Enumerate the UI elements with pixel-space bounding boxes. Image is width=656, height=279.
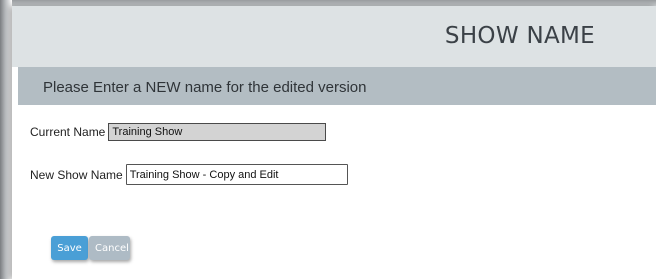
page: SHOW NAME Please Enter a NEW name for th… bbox=[0, 0, 656, 279]
current-name-label: Current Name bbox=[30, 125, 106, 139]
dialog-title: SHOW NAME bbox=[444, 23, 595, 49]
new-name-row: New Show Name bbox=[30, 164, 348, 185]
dialog-header: SHOW NAME bbox=[12, 6, 656, 67]
new-name-label: New Show Name bbox=[30, 167, 123, 182]
left-shadow bbox=[0, 0, 12, 279]
show-name-dialog: SHOW NAME Please Enter a NEW name for th… bbox=[12, 6, 656, 279]
dialog-buttons: Save Cancel bbox=[51, 236, 130, 260]
current-name-field bbox=[108, 123, 327, 141]
save-button[interactable]: Save bbox=[51, 236, 88, 260]
dialog-prompt: Please Enter a NEW name for the edited v… bbox=[43, 79, 367, 96]
new-name-field[interactable] bbox=[125, 164, 348, 185]
cancel-button[interactable]: Cancel bbox=[89, 236, 130, 260]
current-name-row: Current Name bbox=[30, 123, 327, 141]
dialog-subheader: Please Enter a NEW name for the edited v… bbox=[18, 67, 656, 105]
